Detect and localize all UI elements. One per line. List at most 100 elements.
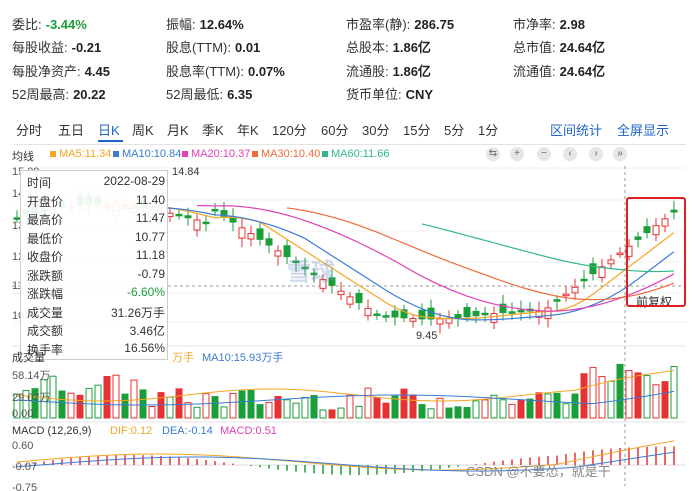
macd-axis-label: 0.60	[12, 440, 34, 452]
volume-bar	[220, 406, 228, 419]
volume-bar	[607, 380, 615, 419]
volume-bar	[652, 384, 660, 419]
tooltip-value: 11.18	[135, 248, 165, 262]
candle-body	[274, 250, 282, 257]
volume-axis-label: 29.07万	[12, 392, 51, 404]
candle-body	[607, 259, 615, 265]
candle-body	[481, 312, 489, 316]
candle-body	[490, 313, 498, 323]
volume-bar	[454, 406, 462, 419]
volume-bar	[58, 390, 66, 419]
volume-bar	[310, 394, 318, 419]
volume-bar	[103, 375, 111, 419]
volume-bar	[616, 363, 624, 419]
candle-body	[382, 315, 390, 318]
candle-body	[238, 227, 246, 239]
volume-bar	[580, 373, 588, 419]
candle-body	[616, 252, 624, 256]
candle-body	[553, 299, 561, 302]
candle-body	[409, 317, 417, 322]
macd-axis-label: -0.07	[12, 461, 38, 473]
candle-body	[355, 292, 363, 304]
volume-bar	[283, 399, 291, 419]
candle-body	[463, 307, 471, 318]
tooltip-value: 3.46亿	[129, 324, 165, 338]
candle-body	[265, 238, 273, 246]
tooltip-key: 最低价	[27, 231, 64, 246]
candle-body	[346, 296, 354, 305]
volume-legend: 成交量 万手 MA10:15.93万手	[0, 347, 692, 364]
volume-bar	[328, 409, 336, 419]
candle-body	[364, 307, 372, 317]
volume-bar	[166, 396, 174, 419]
macd-legend: MACD (12,26,9) DIF:0.12 DEA:-0.14 MACD:0.51	[0, 423, 692, 439]
candle-body	[643, 226, 651, 234]
volume-bar	[76, 394, 84, 419]
volume-legend-item: MA10:15.93万手	[202, 352, 284, 364]
volume-bar	[481, 399, 489, 419]
macd-legend-item: DEA:-0.14	[162, 425, 213, 437]
volume-bar	[472, 400, 480, 419]
volume-bar	[229, 392, 237, 419]
tooltip-value: -6.60%	[126, 285, 165, 299]
candle-body	[571, 286, 579, 294]
volume-bar	[535, 392, 543, 419]
volume-bar	[589, 367, 597, 419]
candle-body	[454, 314, 462, 319]
tooltip-row: 开盘价 11.40	[27, 193, 165, 209]
csdn-watermark: CSDN @不要怂，就是干	[466, 464, 611, 479]
tooltip-row: 收盘价 11.18	[27, 248, 165, 264]
volume-legend-item: 成交量	[12, 352, 45, 364]
tooltip-value: 31.26万手	[110, 305, 165, 320]
volume-bar	[148, 405, 156, 419]
volume-bar	[265, 401, 273, 419]
candle-body	[247, 233, 255, 240]
volume-bar	[373, 396, 381, 419]
tooltip-row: 最低价 10.77	[27, 230, 165, 246]
volume-bar	[418, 404, 426, 419]
volume-bar	[130, 379, 138, 419]
volume-bar	[193, 406, 201, 419]
volume-bar	[337, 407, 345, 419]
volume-bar	[553, 392, 561, 419]
candle-body	[517, 309, 525, 313]
volume-bar	[319, 409, 327, 419]
candle-body	[562, 293, 570, 297]
volume-bar	[184, 402, 192, 419]
volume-bar	[364, 387, 372, 419]
candle-body	[418, 309, 426, 320]
volume-bar	[256, 404, 264, 419]
tooltip-value: 11.47	[135, 211, 165, 225]
xueqiu-watermark: 雪球	[287, 259, 335, 286]
macd-legend-item: MACD:0.51	[220, 425, 277, 437]
candle-body	[193, 219, 201, 231]
tooltip-key: 开盘价	[27, 194, 64, 209]
volume-bar	[562, 403, 570, 419]
volume-bar	[670, 366, 678, 419]
volume-bar	[175, 388, 183, 419]
macd-legend-item: DIF:0.12	[110, 425, 153, 437]
candle-body	[436, 318, 444, 325]
volume-bar	[634, 372, 642, 419]
candle-body	[661, 218, 669, 227]
volume-bar	[661, 381, 669, 419]
tooltip-key: 时间	[27, 176, 52, 190]
candle-body	[256, 228, 264, 240]
volume-bar	[517, 399, 525, 419]
macd-legend-item: MACD (12,26,9)	[12, 425, 92, 437]
tooltip-key: 涨跌额	[27, 268, 64, 283]
candle-body	[670, 209, 678, 213]
volume-bar	[202, 393, 210, 419]
volume-bar	[94, 384, 102, 419]
volume-bar	[247, 389, 255, 419]
volume-bar	[139, 389, 147, 419]
candle-body	[589, 263, 597, 275]
candle-body	[373, 313, 381, 317]
candle-body	[508, 311, 516, 314]
volume-bar	[499, 399, 507, 419]
volume-bar	[67, 392, 75, 419]
volume-bar	[238, 390, 246, 419]
candle-body	[652, 225, 660, 236]
volume-bar	[427, 408, 435, 419]
candle-body	[472, 310, 480, 317]
